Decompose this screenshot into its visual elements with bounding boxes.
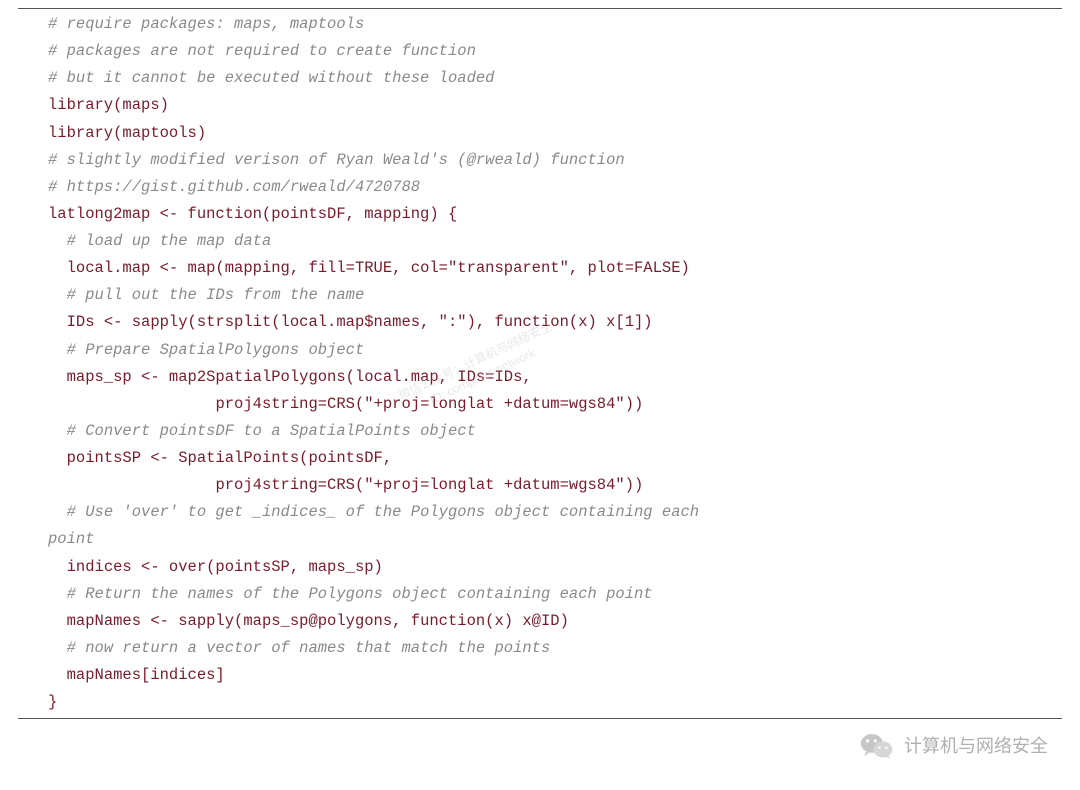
code-token: # Use 'over' to get _indices_ of the Pol…: [67, 503, 700, 521]
code-token: proj4string=CRS("+proj=longlat +datum=wg…: [215, 395, 643, 413]
code-token: # pull out the IDs from the name: [67, 286, 365, 304]
code-token: # Return the names of the Polygons objec…: [67, 585, 653, 603]
top-rule: [18, 8, 1062, 9]
wechat-icon: [860, 731, 894, 761]
code-token: # slightly modified verison of Ryan Weal…: [48, 151, 625, 169]
code-token: # packages are not required to create fu…: [48, 42, 476, 60]
code-block: # require packages: maps, maptools # pac…: [0, 11, 1080, 716]
code-token: mapNames[indices]: [67, 666, 225, 684]
code-token: pointsSP <- SpatialPoints(pointsDF,: [67, 449, 393, 467]
code-token: }: [48, 693, 57, 711]
code-token: # https://gist.github.com/rweald/4720788: [48, 178, 420, 196]
page: # require packages: maps, maptools # pac…: [0, 0, 1080, 790]
code-token: # require packages: maps, maptools: [48, 15, 364, 33]
code-token: # Prepare SpatialPolygons object: [67, 341, 365, 359]
code-token: indices <- over(pointsSP, maps_sp): [67, 558, 383, 576]
code-token: library(maps): [48, 96, 169, 114]
bottom-rule: [18, 718, 1062, 719]
bottom-watermark-text: 计算机与网络安全: [904, 731, 1048, 763]
code-token: latlong2map <- function(pointsDF, mappin…: [48, 205, 457, 223]
code-token: # now return a vector of names that matc…: [67, 639, 551, 657]
code-token: mapNames <- sapply(maps_sp@polygons, fun…: [67, 612, 569, 630]
code-token: proj4string=CRS("+proj=longlat +datum=wg…: [215, 476, 643, 494]
code-token: library(maptools): [48, 124, 206, 142]
code-token: # but it cannot be executed without thes…: [48, 69, 494, 87]
code-token: IDs <- sapply(strsplit(local.map$names, …: [67, 313, 653, 331]
bottom-watermark: 计算机与网络安全: [860, 731, 1048, 763]
code-token: # load up the map data: [67, 232, 272, 250]
code-token: point: [48, 530, 95, 548]
code-token: maps_sp <- map2SpatialPolygons(local.map…: [67, 368, 532, 386]
code-token: # Convert pointsDF to a SpatialPoints ob…: [67, 422, 476, 440]
code-token: local.map <- map(mapping, fill=TRUE, col…: [67, 259, 690, 277]
